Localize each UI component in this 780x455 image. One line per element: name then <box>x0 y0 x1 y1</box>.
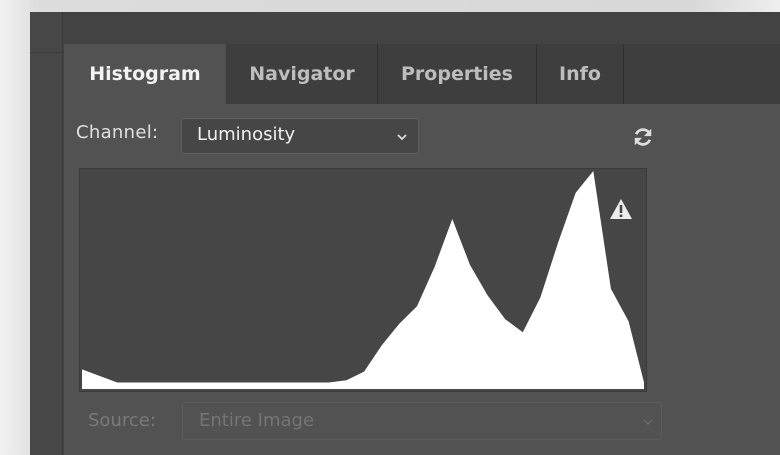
histogram-panel: Histogram Navigator Properties Info Chan… <box>64 12 780 455</box>
left-panel-edge <box>30 12 63 455</box>
tab-properties[interactable]: Properties <box>378 44 537 104</box>
channel-label: Channel: <box>76 122 159 143</box>
panel-tabbar: Histogram Navigator Properties Info <box>64 44 780 104</box>
tab-info[interactable]: Info <box>537 44 624 104</box>
source-row: Source: Entire Image <box>64 400 780 444</box>
channel-select-value: Luminosity <box>197 124 296 145</box>
tab-histogram[interactable]: Histogram <box>64 44 226 104</box>
histogram-area <box>82 171 644 389</box>
refresh-icon[interactable] <box>632 126 654 148</box>
source-select-value: Entire Image <box>199 410 315 431</box>
tab-navigator[interactable]: Navigator <box>227 44 378 104</box>
warning-icon[interactable] <box>609 198 633 220</box>
chevron-down-icon <box>397 134 407 141</box>
source-select: Entire Image <box>182 402 662 440</box>
histogram-chart <box>82 171 644 389</box>
channel-row: Channel: Luminosity <box>64 118 780 158</box>
panel-header-strip[interactable] <box>64 12 780 44</box>
source-label: Source: <box>88 410 156 431</box>
photoshop-window: Histogram Navigator Properties Info Chan… <box>30 12 780 455</box>
histogram-display <box>79 168 647 392</box>
chevron-down-icon <box>643 419 653 426</box>
divider <box>30 52 62 53</box>
channel-select[interactable]: Luminosity <box>181 118 419 154</box>
